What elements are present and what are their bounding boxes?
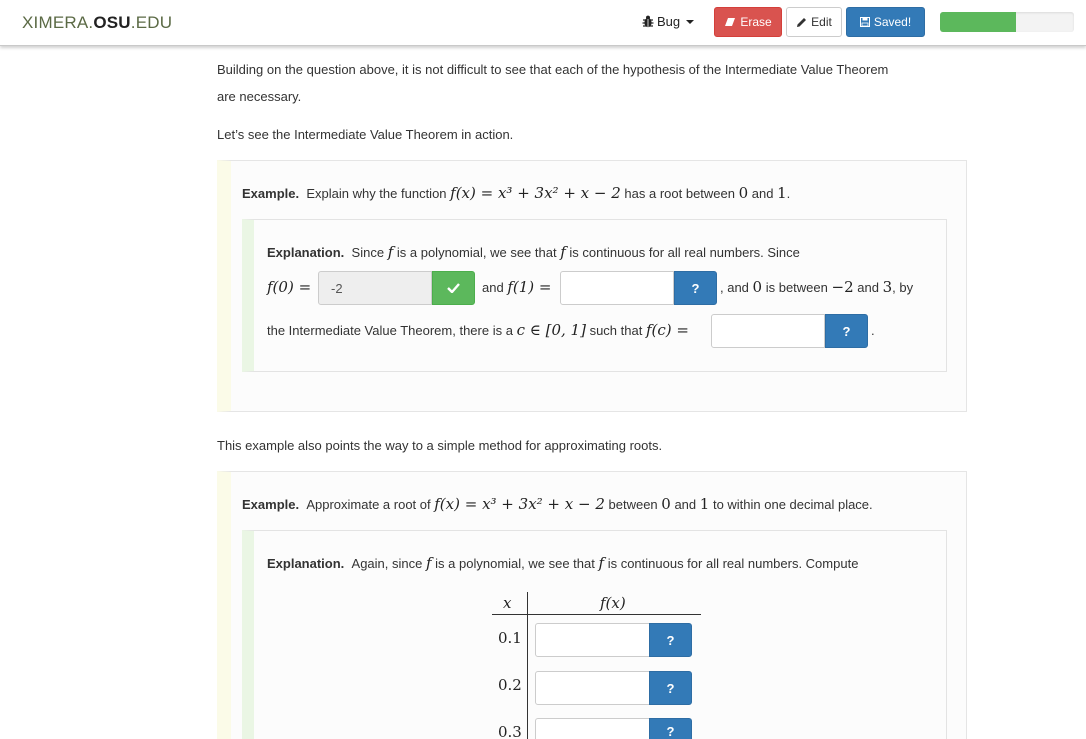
- fc-text-b: such that: [589, 322, 643, 338]
- explanation-2-text-c: is continuous for all real numbers. Comp…: [607, 555, 859, 571]
- f0-correct-button[interactable]: [432, 271, 475, 305]
- checkmark-icon: [447, 283, 460, 293]
- fc-math: f(c) =: [645, 321, 689, 339]
- f1-tail-text: , and 0 is between −2 and 3, by: [720, 277, 913, 297]
- example-1-statement: Example. Explain why the function f(x) =…: [242, 183, 790, 203]
- f1-tail-zero: 0: [752, 278, 763, 296]
- table-row-x-1: 0.1: [498, 629, 522, 647]
- example-1-zero: 0: [738, 184, 749, 202]
- f0-answer-value: -2: [331, 280, 343, 296]
- f1-label: and f(1) =: [482, 277, 551, 297]
- explanation-1-label: Explanation.: [267, 244, 345, 260]
- table-row-2-input[interactable]: [535, 671, 650, 705]
- site-brand-logo[interactable]: XIMERA.OSU.EDU: [22, 13, 172, 33]
- f1-tail-three: 3: [882, 278, 893, 296]
- example-2-label: Example.: [242, 496, 300, 512]
- example-1-text-a: Explain why the function: [306, 185, 447, 201]
- f1-math: f(1) =: [507, 278, 552, 296]
- example-2-text-b: between: [608, 496, 658, 512]
- table-row-3-hint-button[interactable]: ?: [649, 718, 692, 739]
- explanation-1-line-1: Explanation. Since f is a polynomial, we…: [267, 242, 800, 262]
- brand-prefix: XIMERA.: [22, 13, 94, 32]
- table-header-x: x: [503, 594, 512, 612]
- example-2-statement: Example. Approximate a root of f(x) = x³…: [242, 494, 873, 514]
- erase-label: Erase: [740, 15, 772, 29]
- f1-tail-neg2: −2: [831, 278, 854, 296]
- table-row-3-input[interactable]: [535, 718, 650, 739]
- saved-label: Saved!: [873, 15, 912, 29]
- table-row-1-hint-button[interactable]: ?: [649, 623, 692, 657]
- edit-button[interactable]: Edit: [786, 7, 842, 37]
- example-2-function: f(x) = x³ + 3x² + x − 2: [434, 495, 605, 513]
- brand-suffix: .EDU: [130, 13, 173, 32]
- f1-tail-b: is between: [765, 279, 828, 295]
- eraser-icon: [725, 18, 736, 26]
- example-1-label: Example.: [242, 185, 300, 201]
- table-row-x-3: 0.3: [498, 723, 522, 739]
- explanation-2-text-a: Again, since: [351, 555, 423, 571]
- progress-bar-fill: [940, 12, 1017, 32]
- explanation-1-text-a: Since: [351, 244, 385, 260]
- intro-line-2: are necessary.: [217, 89, 302, 104]
- f0-answer-input[interactable]: -2: [318, 271, 432, 305]
- example-1-and: and: [751, 185, 774, 201]
- f1-tail-c: and: [857, 279, 879, 295]
- fc-line: the Intermediate Value Theorem, there is…: [267, 320, 689, 340]
- f1-tail-a: , and: [720, 279, 749, 295]
- middle-text: This example also points the way to a si…: [217, 438, 663, 453]
- table-header-fx: f(x): [600, 594, 626, 612]
- fc-period: .: [871, 322, 875, 338]
- f0-label: f(0) =: [267, 277, 311, 297]
- example-2-text-c: to within one decimal place.: [712, 496, 873, 512]
- intro-line-1: Building on the question above, it is no…: [217, 62, 889, 77]
- f1-hint-button[interactable]: ?: [674, 271, 717, 305]
- saved-button[interactable]: Saved!: [846, 7, 925, 37]
- explanation-2-f: f: [425, 554, 432, 572]
- top-navbar: XIMERA.OSU.EDU Bug Erase Edit Saved!: [0, 0, 1086, 46]
- f0-math: f(0) =: [267, 278, 312, 296]
- explanation-1-f: f: [387, 243, 394, 261]
- explanation-1-f-2: f: [560, 243, 566, 261]
- pencil-icon: [797, 17, 807, 27]
- example-2-one: 1: [699, 495, 710, 513]
- explanation-2-text-b: is a polynomial, we see that: [435, 555, 595, 571]
- table-row-1-input[interactable]: [535, 623, 650, 657]
- example-2-text-a: Approximate a root of: [306, 496, 431, 512]
- example-2-zero: 0: [661, 495, 671, 513]
- progress-bar: [940, 12, 1074, 32]
- f1-tail-d: , by: [892, 279, 914, 295]
- f1-answer-input[interactable]: [560, 271, 674, 305]
- example-1-text-b: has a root between: [624, 185, 735, 201]
- caret-down-icon: [686, 19, 695, 24]
- fc-answer-input[interactable]: [711, 314, 825, 348]
- example-1-one: 1: [777, 184, 787, 202]
- fc-text-a: the Intermediate Value Theorem, there is…: [267, 322, 513, 338]
- intro-paragraph: Building on the question above, it is no…: [217, 56, 888, 110]
- f1-and: and: [482, 279, 504, 295]
- example-2-and: and: [674, 496, 697, 512]
- example-1-function: f(x) = x³ + 3x² + x − 2: [450, 184, 621, 202]
- lets-see-text: Let’s see the Intermediate Value Theorem…: [217, 127, 514, 142]
- fc-hint-button[interactable]: ?: [825, 314, 868, 348]
- table-row-x-2: 0.2: [498, 676, 522, 694]
- example-1-period: .: [786, 185, 791, 201]
- brand-bold: OSU: [93, 13, 131, 32]
- explanation-1-text-c: is continuous for all real numbers. Sinc…: [569, 244, 800, 260]
- fc-c-in-interval: c ∈ [0, 1]: [516, 321, 586, 339]
- explanation-1-text-b: is a polynomial, we see that: [396, 244, 557, 260]
- explanation-2-f-2: f: [598, 554, 605, 572]
- bug-label: Bug: [657, 14, 681, 29]
- explanation-2-label: Explanation.: [267, 555, 345, 571]
- table-row-2-hint-button[interactable]: ?: [649, 671, 692, 705]
- edit-label: Edit: [811, 15, 832, 29]
- save-icon: [859, 17, 870, 27]
- explanation-2-line: Explanation. Again, since f is a polynom…: [267, 553, 858, 573]
- bug-icon: [642, 15, 654, 28]
- erase-button[interactable]: Erase: [714, 7, 782, 37]
- table-horizontal-rule: [492, 614, 701, 615]
- bug-report-dropdown[interactable]: Bug: [642, 14, 695, 29]
